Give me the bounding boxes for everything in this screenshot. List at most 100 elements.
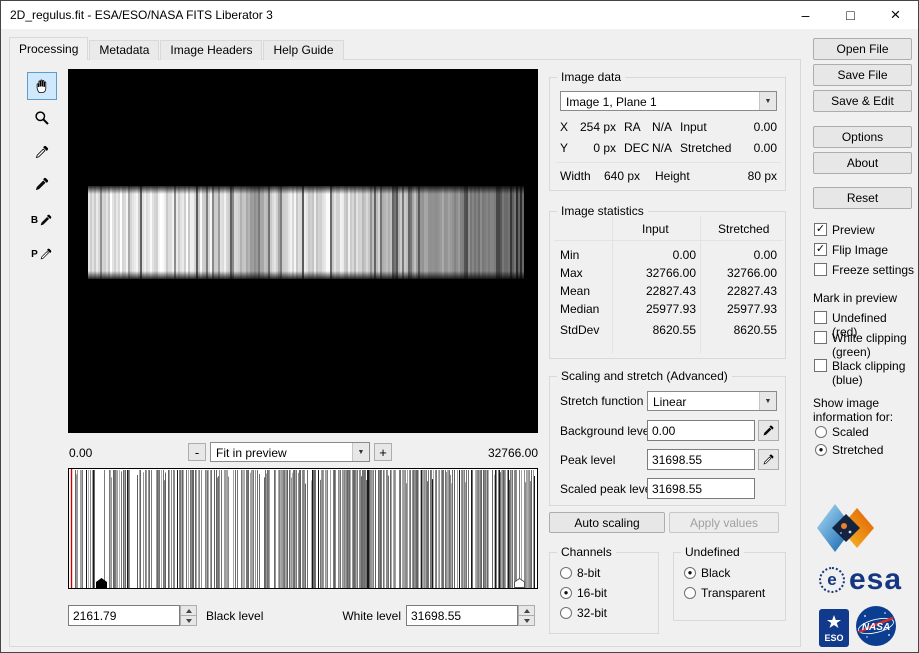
reset-button[interactable]: Reset [813,187,912,209]
input-value: 0.00 [715,120,777,134]
radio-scaled[interactable]: Scaled [815,425,869,439]
save-edit-button[interactable]: Save & Edit [813,90,912,112]
background-picker-button[interactable] [758,420,779,441]
stat-row-input: 22827.43 [616,284,696,298]
stat-row-stretched: 25977.93 [704,302,777,316]
hand-tool[interactable] [27,72,57,100]
radio-circle: ● [560,587,572,599]
checkbox-box [814,359,827,372]
white-level-spin-down[interactable] [518,615,535,626]
save-file-button[interactable]: Save File [813,64,912,86]
stat-row-label: StdDev [560,323,599,337]
stretch-function-select[interactable]: Linear [647,391,777,411]
y-label: Y [560,141,568,155]
radio-16bit[interactable]: ● 16-bit [560,586,607,600]
background-level-input[interactable] [647,420,755,441]
histogram-zoom-in-button[interactable]: + [374,443,392,461]
options-button[interactable]: Options [813,126,912,148]
channels-group: Channels 8-bit ● 16-bit 32-bit [549,552,659,634]
flip-image-checkbox[interactable]: ✓ Flip Image [814,243,888,257]
zoom-tool[interactable] [27,104,57,132]
radio-circle: ● [815,444,827,456]
white-level-input[interactable] [406,605,518,626]
close-button[interactable]: × [873,1,918,29]
x-value: 254 px [568,120,616,134]
black-level-spin-down[interactable] [180,615,197,626]
tab-image-headers[interactable]: Image Headers [160,40,262,60]
tool-letter-p: P [31,249,38,260]
white-level-marker[interactable] [514,578,525,588]
y-value: 0 px [568,141,616,155]
radio-undefined-black[interactable]: ● Black [684,566,730,580]
esa-logo: e esa [819,563,902,597]
white-level-picker-tool[interactable] [27,138,57,166]
image-preview[interactable] [68,69,538,433]
radio-16bit-label: 16-bit [577,586,607,600]
radio-undefined-transparent[interactable]: Transparent [684,586,765,600]
chevron-down-icon [759,392,776,410]
radio-32bit[interactable]: 32-bit [560,606,607,620]
peak-level-input[interactable] [647,449,755,470]
checkbox-box [814,331,827,344]
eso-logo: ESO [819,609,849,647]
stat-row-input: 25977.93 [616,302,696,316]
tab-processing[interactable]: Processing [9,37,88,60]
radio-stretched-label: Stretched [832,443,883,457]
stretch-function-value: Linear [648,392,759,410]
black-eyedropper-icon [34,176,50,192]
nasa-logo: NASA [855,605,897,647]
x-label: X [560,120,568,134]
freeze-settings-checkbox[interactable]: Freeze settings [814,263,914,277]
black-level-picker-tool[interactable] [27,170,57,198]
window-title: 2D_regulus.fit - ESA/ESO/NASA FITS Liber… [10,8,273,22]
radio-stretched[interactable]: ● Stretched [815,443,883,457]
scaling-group: Scaling and stretch (Advanced) Stretch f… [549,376,786,506]
black-eyedropper-icon [762,424,775,437]
white-level-spin-up[interactable] [518,605,535,615]
show-info-label: Show image information for: [813,396,913,424]
black-level-input[interactable] [68,605,180,626]
open-file-button[interactable]: Open File [813,38,912,60]
checkbox-box [814,263,827,276]
channels-title: Channels [557,545,616,559]
black-level-marker[interactable] [96,578,107,588]
histogram[interactable] [68,468,538,589]
black-clipping-checkbox[interactable]: Black clipping (blue) [814,359,910,387]
white-level-spinner [518,605,535,626]
dec-value: N/A [642,141,672,155]
stat-row-stretched: 32766.00 [704,266,777,280]
black-level-spinner [180,605,197,626]
spectrum-image [68,69,538,433]
stats-col-input: Input [642,222,669,236]
preview-checkbox[interactable]: ✓ Preview [814,223,875,237]
stat-row-stretched: 0.00 [704,248,777,262]
maximize-button[interactable]: □ [828,1,873,29]
minimize-button[interactable]: – [783,1,828,29]
auto-scaling-button[interactable]: Auto scaling [549,512,665,533]
tab-metadata[interactable]: Metadata [89,40,159,60]
apply-values-button: Apply values [669,512,779,533]
radio-8bit[interactable]: 8-bit [560,566,600,580]
stat-row-label: Min [560,248,579,262]
height-label: Height [655,169,690,183]
radio-transparent-label: Transparent [701,586,765,600]
plane-select[interactable]: Image 1, Plane 1 [560,91,777,111]
checkbox-box [814,311,827,324]
white-clipping-checkbox[interactable]: White clipping (green) [814,331,910,359]
black-level-label: Black level [206,609,263,623]
scaled-peak-input[interactable] [647,478,755,499]
radio-circle: ● [684,567,696,579]
peak-eyedropper-icon [39,247,53,261]
height-value: 80 px [710,169,777,183]
black-level-spin-up[interactable] [180,605,197,615]
histogram-zoom-out-button[interactable]: - [188,443,206,461]
histogram-zoom-select[interactable]: Fit in preview [210,442,370,462]
peak-picker-button[interactable] [758,449,779,470]
tab-help-guide[interactable]: Help Guide [263,40,343,60]
background-level-picker-tool[interactable]: B [27,206,57,234]
image-statistics-group: Image statistics Input Stretched Min 0.0… [549,211,786,359]
about-button[interactable]: About [813,152,912,174]
width-value: 640 px [580,169,640,183]
peak-level-picker-tool[interactable]: P [27,240,57,268]
esa-logo-e: e [819,567,845,593]
